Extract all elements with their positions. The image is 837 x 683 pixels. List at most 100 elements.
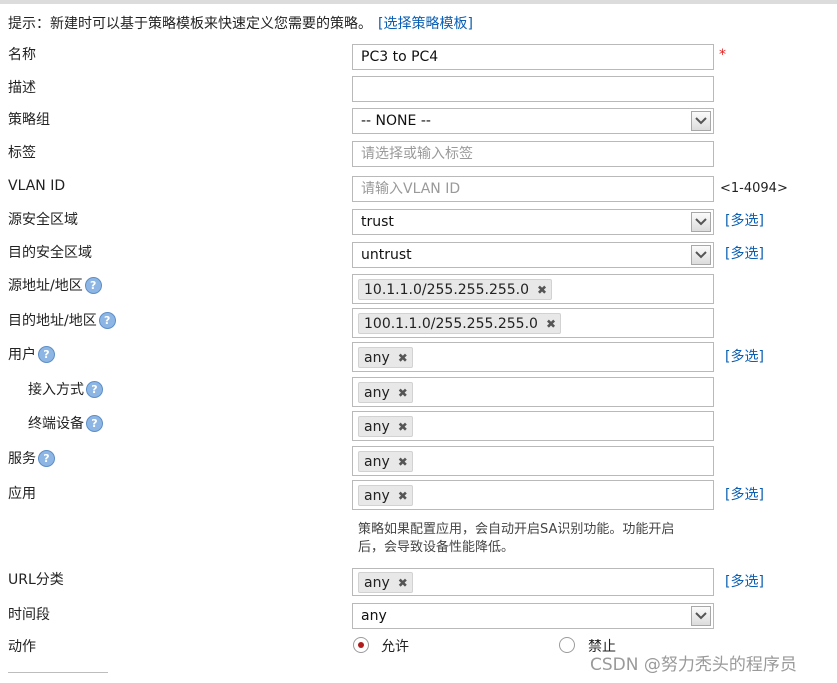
action-label: 动作 [8, 639, 36, 655]
url-category-label: URL分类 [8, 572, 64, 588]
user-field[interactable]: any ✖ [352, 342, 714, 372]
url-category-multi-link[interactable]: [多选] [725, 571, 764, 591]
terminal-field[interactable]: any ✖ [352, 411, 714, 441]
vlan-range-hint: <1-4094> [720, 181, 788, 196]
src-addr-chip-text: 10.1.1.0/255.255.255.0 [364, 281, 530, 298]
close-icon[interactable]: ✖ [546, 317, 556, 331]
dst-addr-label: 目的地址/地区? [8, 310, 116, 330]
name-field[interactable] [352, 44, 714, 70]
url-category-field[interactable]: any ✖ [352, 568, 714, 596]
user-chip-text: any [364, 349, 390, 366]
policy-group-select[interactable]: -- NONE -- [352, 108, 714, 134]
close-icon[interactable]: ✖ [398, 420, 408, 434]
user-label-text: 用户 [8, 347, 36, 363]
application-note-line1: 策略如果配置应用，会自动开启SA识别功能。功能开启 [358, 522, 675, 537]
application-note-line2: 后，会导致设备性能降低。 [358, 540, 515, 555]
description-input[interactable] [353, 77, 713, 101]
help-icon[interactable]: ? [38, 449, 55, 467]
terminal-label: 终端设备? [28, 413, 103, 433]
policy-group-value: -- NONE -- [361, 113, 431, 129]
access-mode-chip-text: any [364, 384, 390, 401]
user-label: 用户? [8, 344, 55, 364]
description-label: 描述 [8, 80, 36, 96]
help-icon[interactable]: ? [38, 345, 55, 363]
access-mode-label-text: 接入方式 [28, 382, 84, 398]
chevron-down-icon[interactable] [691, 111, 711, 131]
dst-addr-chip: 100.1.1.0/255.255.255.0 ✖ [358, 313, 561, 334]
action-allow-label: 允许 [381, 639, 409, 655]
service-label-text: 服务 [8, 451, 36, 467]
name-input[interactable] [353, 45, 713, 69]
tag-field[interactable] [352, 141, 714, 167]
user-chip: any ✖ [358, 347, 413, 368]
template-hint: 提示：新建时可以基于策略模板来快速定义您需要的策略。 [选择策略模板] [8, 13, 473, 33]
vlan-id-label: VLAN ID [8, 178, 66, 194]
time-range-label: 时间段 [8, 607, 50, 623]
src-addr-chip: 10.1.1.0/255.255.255.0 ✖ [358, 279, 553, 300]
dst-addr-field[interactable]: 100.1.1.0/255.255.255.0 ✖ [352, 308, 714, 338]
access-mode-field[interactable]: any ✖ [352, 377, 714, 407]
dst-zone-value: untrust [361, 247, 412, 263]
help-icon[interactable]: ? [86, 380, 103, 398]
service-chip: any ✖ [358, 451, 413, 472]
time-range-select[interactable]: any [352, 603, 714, 629]
src-zone-label: 源安全区域 [8, 212, 78, 228]
action-allow-radio[interactable] [353, 637, 369, 653]
application-field[interactable]: any ✖ [352, 480, 714, 510]
hint-text: 提示：新建时可以基于策略模板来快速定义您需要的策略。 [8, 16, 372, 32]
required-mark: * [719, 47, 726, 63]
application-chip: any ✖ [358, 485, 413, 506]
dst-zone-multi-link[interactable]: [多选] [725, 243, 764, 263]
close-icon[interactable]: ✖ [398, 455, 408, 469]
chevron-down-icon[interactable] [691, 212, 711, 232]
tag-input[interactable] [353, 142, 713, 166]
terminal-chip: any ✖ [358, 416, 413, 437]
access-mode-label: 接入方式? [28, 379, 103, 399]
service-field[interactable]: any ✖ [352, 446, 714, 476]
close-icon[interactable]: ✖ [537, 283, 547, 297]
service-label: 服务? [8, 448, 55, 468]
vlan-id-input[interactable] [353, 177, 713, 201]
dst-addr-label-text: 目的地址/地区 [8, 313, 97, 329]
access-mode-chip: any ✖ [358, 382, 413, 403]
application-note: 策略如果配置应用，会自动开启SA识别功能。功能开启 后，会导致设备性能降低。 [358, 521, 738, 557]
watermark: CSDN @努力秃头的程序员 [590, 655, 797, 675]
close-icon[interactable]: ✖ [398, 386, 408, 400]
close-icon[interactable]: ✖ [398, 576, 408, 590]
dst-addr-chip-text: 100.1.1.0/255.255.255.0 [364, 315, 538, 332]
chevron-down-icon[interactable] [691, 606, 711, 626]
src-zone-value: trust [361, 214, 394, 230]
dst-zone-select[interactable]: untrust [352, 242, 714, 268]
close-icon[interactable]: ✖ [398, 489, 408, 503]
src-addr-label-text: 源地址/地区 [8, 278, 83, 294]
help-icon[interactable]: ? [84, 276, 102, 294]
top-divider [0, 0, 837, 4]
terminal-chip-text: any [364, 418, 390, 435]
chevron-down-icon[interactable] [691, 245, 711, 265]
src-zone-multi-link[interactable]: [多选] [725, 210, 764, 230]
application-multi-link[interactable]: [多选] [725, 484, 764, 504]
close-icon[interactable]: ✖ [398, 351, 408, 365]
name-label: 名称 [8, 47, 36, 63]
help-icon[interactable]: ? [86, 414, 103, 432]
application-label: 应用 [8, 486, 36, 502]
src-addr-label: 源地址/地区? [8, 275, 102, 295]
policy-group-label: 策略组 [8, 112, 50, 128]
description-field[interactable] [352, 76, 714, 102]
help-icon[interactable]: ? [98, 311, 116, 329]
section-divider [8, 672, 108, 683]
application-chip-text: any [364, 487, 390, 504]
action-deny-radio[interactable] [559, 637, 575, 653]
vlan-id-field[interactable] [352, 176, 714, 202]
tag-label: 标签 [8, 145, 36, 161]
src-addr-field[interactable]: 10.1.1.0/255.255.255.0 ✖ [352, 274, 714, 304]
url-category-chip: any ✖ [358, 572, 413, 593]
url-category-chip-text: any [364, 574, 390, 591]
dst-zone-label: 目的安全区域 [8, 245, 92, 261]
user-multi-link[interactable]: [多选] [725, 346, 764, 366]
service-chip-text: any [364, 453, 390, 470]
terminal-label-text: 终端设备 [28, 416, 84, 432]
src-zone-select[interactable]: trust [352, 209, 714, 235]
time-range-value: any [361, 608, 387, 624]
select-template-link[interactable]: [选择策略模板] [378, 16, 473, 32]
